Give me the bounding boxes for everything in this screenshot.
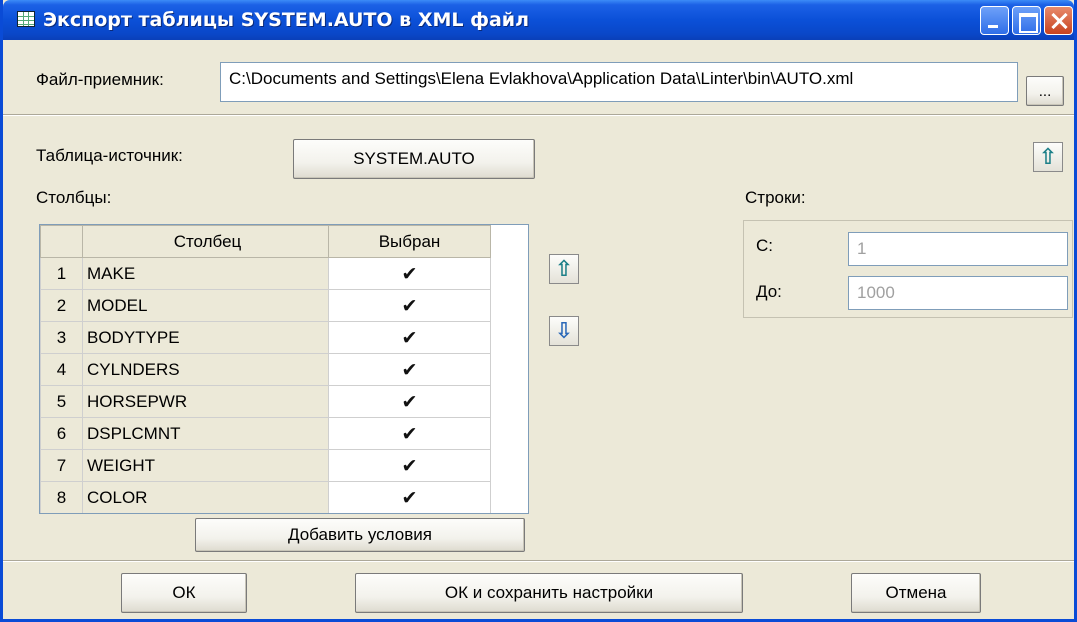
arrow-down-icon: ⇩ [554, 318, 574, 343]
selected-checkbox[interactable]: ✔ [402, 423, 418, 445]
columns-label: Столбцы: [36, 188, 112, 207]
move-column-down-button[interactable]: ⇩ [549, 316, 579, 346]
browse-button[interactable]: ... [1026, 76, 1064, 106]
rows-label: Строки: [745, 188, 806, 207]
from-field[interactable]: 1 [848, 232, 1068, 266]
to-field[interactable]: 1000 [848, 276, 1068, 310]
move-column-up-button[interactable]: ⇧ [549, 254, 579, 284]
title-bar[interactable]: Экспорт таблицы SYSTEM.AUTO в XML файл [3, 0, 1074, 40]
column-name[interactable]: MODEL [82, 289, 329, 322]
row-number: 5 [40, 385, 83, 418]
close-icon[interactable] [1044, 6, 1073, 35]
row-number: 8 [40, 481, 83, 513]
table-row[interactable]: 7 WEIGHT ✔ [40, 449, 491, 482]
selected-checkbox[interactable]: ✔ [402, 359, 418, 381]
table-icon [17, 11, 35, 27]
ok-button[interactable]: ОК [121, 573, 247, 613]
ok-save-button[interactable]: ОК и сохранить настройки [355, 573, 743, 613]
source-table-label: Таблица-источник: [36, 146, 183, 165]
column-name[interactable]: MAKE [82, 257, 329, 290]
row-number: 7 [40, 449, 83, 482]
selected-checkbox[interactable]: ✔ [402, 487, 418, 509]
grid-header-row: Столбец Выбран [40, 225, 491, 258]
table-row[interactable]: 8 COLOR ✔ [40, 481, 491, 513]
table-row[interactable]: 4 CYLNDERS ✔ [40, 353, 491, 386]
table-row[interactable]: 5 HORSEPWR ✔ [40, 385, 491, 418]
selected-checkbox[interactable]: ✔ [402, 391, 418, 413]
table-row[interactable]: 1 MAKE ✔ [40, 257, 491, 290]
column-name[interactable]: BODYTYPE [82, 321, 329, 354]
table-row[interactable]: 2 MODEL ✔ [40, 289, 491, 322]
target-file-field[interactable]: C:\Documents and Settings\Elena Evlakhov… [220, 62, 1018, 102]
export-dialog: Экспорт таблицы SYSTEM.AUTO в XML файл Ф… [0, 0, 1077, 622]
row-number: 2 [40, 289, 83, 322]
add-conditions-button[interactable]: Добавить условия [195, 518, 525, 552]
selected-checkbox[interactable]: ✔ [402, 455, 418, 477]
column-name[interactable]: CYLNDERS [82, 353, 329, 386]
header-column[interactable]: Столбец [82, 225, 329, 258]
divider-bottom [3, 560, 1074, 562]
column-name[interactable]: COLOR [82, 481, 329, 513]
divider-top [3, 114, 1074, 116]
window-title: Экспорт таблицы SYSTEM.AUTO в XML файл [43, 9, 530, 31]
table-row[interactable]: 3 BODYTYPE ✔ [40, 321, 491, 354]
maximize-icon[interactable] [1012, 6, 1041, 35]
target-file-label: Файл-приемник: [36, 70, 164, 89]
header-selected[interactable]: Выбран [328, 225, 491, 258]
move-up-top-button[interactable]: ⇧ [1033, 142, 1063, 172]
column-name[interactable]: DSPLCMNT [82, 417, 329, 450]
selected-checkbox[interactable]: ✔ [402, 263, 418, 285]
selected-checkbox[interactable]: ✔ [402, 295, 418, 317]
columns-grid[interactable]: Столбец Выбран 1 MAKE ✔ 2 MODEL ✔ 3 BODY… [39, 224, 529, 514]
table-row[interactable]: 6 DSPLCMNT ✔ [40, 417, 491, 450]
row-number: 4 [40, 353, 83, 386]
to-label: До: [756, 282, 782, 301]
row-number: 6 [40, 417, 83, 450]
arrow-up-icon: ⇧ [554, 256, 574, 281]
row-number: 3 [40, 321, 83, 354]
from-label: С: [756, 236, 773, 255]
arrow-up-icon: ⇧ [1038, 144, 1058, 169]
selected-checkbox[interactable]: ✔ [402, 327, 418, 349]
cancel-button[interactable]: Отмена [851, 573, 981, 613]
row-number: 1 [40, 257, 83, 290]
source-table-button[interactable]: SYSTEM.AUTO [293, 139, 535, 179]
column-name[interactable]: HORSEPWR [82, 385, 329, 418]
minimize-icon[interactable] [980, 6, 1009, 35]
column-name[interactable]: WEIGHT [82, 449, 329, 482]
header-num [40, 225, 83, 258]
